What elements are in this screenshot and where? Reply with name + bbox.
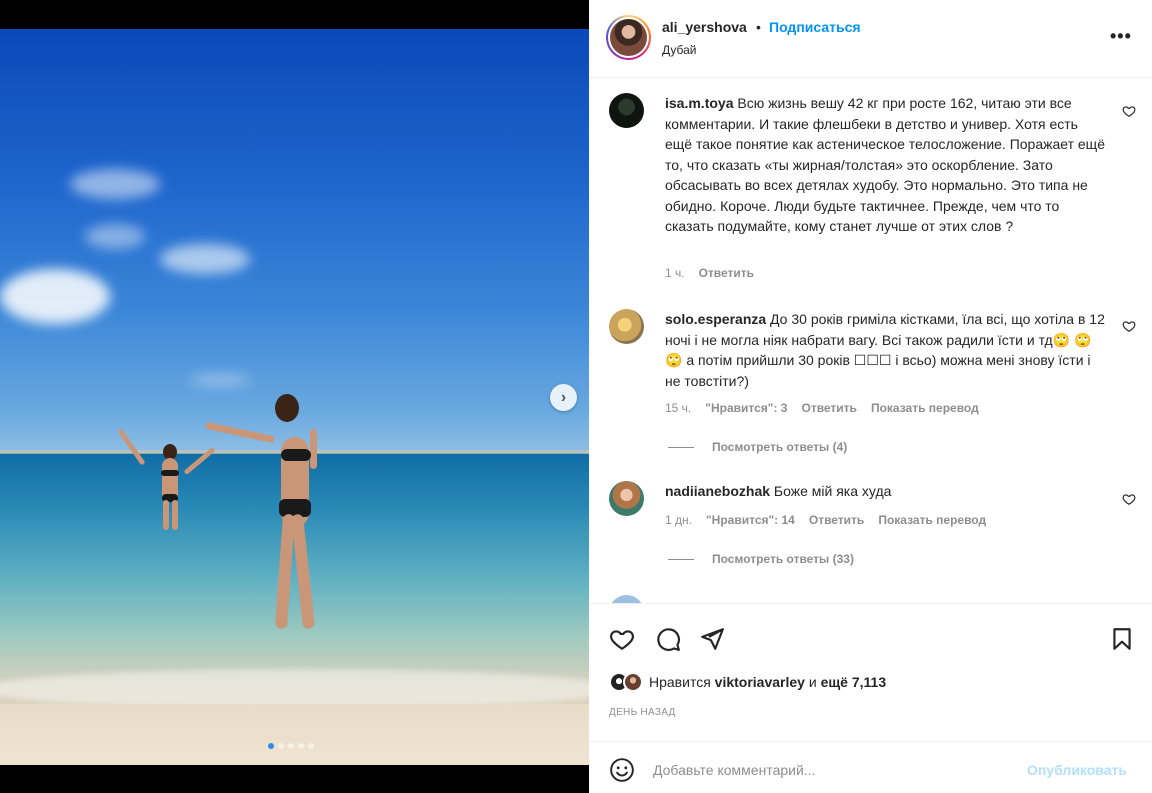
more-options-icon[interactable]: ••• (1110, 26, 1132, 47)
view-replies-button[interactable]: Посмотреть ответы (33) (668, 552, 854, 566)
comment-meta: 1 дн. "Нравится": 14 Ответить Показать п… (665, 513, 986, 527)
like-comment-icon[interactable] (1122, 492, 1136, 506)
person-right (195, 389, 345, 639)
likes-summary: Нравится viktoriavarley и ещё 7,113 (609, 672, 886, 692)
post-panel: ali_yershova • Подписаться Дубай ••• isa… (589, 0, 1152, 793)
comment-username[interactable]: isa.m.toya (665, 95, 733, 111)
follow-button[interactable]: Подписаться (769, 19, 861, 35)
commenter-avatar[interactable] (609, 595, 644, 603)
share-icon[interactable] (699, 626, 725, 652)
comments-list[interactable]: isa.m.toya Всю жизнь вешу 42 кг при рост… (589, 79, 1152, 603)
likes-middle: и (808, 674, 817, 690)
comment-username[interactable]: solo.esperanza (665, 311, 766, 327)
carousel-dot (308, 743, 314, 749)
comment-meta: 15 ч. "Нравится": 3 Ответить Показать пе… (665, 401, 979, 415)
post-media: › (0, 0, 589, 793)
heart-icon[interactable] (609, 626, 635, 652)
comment-body: solo.esperanza До 30 років гриміла кістк… (665, 309, 1105, 391)
cloud (190, 374, 250, 386)
comment-input[interactable] (653, 757, 983, 783)
commenter-avatar[interactable] (609, 93, 644, 128)
commenter-avatar[interactable] (609, 481, 644, 516)
publish-button[interactable]: Опубликовать (1027, 762, 1127, 778)
add-comment-bar: Опубликовать (589, 741, 1152, 793)
reply-button[interactable]: Ответить (801, 401, 856, 415)
comment-time: 1 дн. (665, 513, 692, 527)
cloud (85, 224, 145, 249)
comment-meta: 1 ч. Ответить (665, 266, 754, 280)
author-avatar[interactable] (606, 15, 651, 60)
carousel-dot (278, 743, 284, 749)
comment-body: isa.m.toya Всю жизнь вешу 42 кг при рост… (665, 93, 1105, 237)
carousel-dot (288, 743, 294, 749)
comment-icon[interactable] (655, 626, 681, 652)
post-photo[interactable]: › (0, 29, 589, 765)
comment-time: 1 ч. (665, 266, 685, 280)
likes-text[interactable]: Нравится viktoriavarley и ещё 7,113 (649, 674, 886, 690)
likes-user[interactable]: viktoriavarley (715, 674, 805, 690)
carousel-dots (268, 743, 314, 749)
post-time[interactable]: ДЕНЬ НАЗАД (609, 707, 676, 718)
view-replies-label: Посмотреть ответы (4) (712, 440, 848, 454)
reply-button[interactable]: Ответить (809, 513, 864, 527)
post-header: ali_yershova • Подписаться Дубай ••• (589, 0, 1152, 78)
likes-prefix: Нравится (649, 674, 711, 690)
like-comment-icon[interactable] (1122, 319, 1136, 333)
cloud (160, 244, 250, 274)
comment-text: Всю жизнь вешу 42 кг при росте 162, чита… (665, 95, 1105, 234)
comment-likes[interactable]: "Нравится": 3 (705, 401, 787, 415)
chevron-right-icon: › (560, 388, 567, 406)
comment-time: 15 ч. (665, 401, 692, 415)
translate-button[interactable]: Показать перевод (878, 513, 986, 527)
liker-avatar[interactable] (623, 672, 643, 692)
reply-button[interactable]: Ответить (699, 266, 754, 280)
like-comment-icon[interactable] (1122, 104, 1136, 118)
comment-body: nadiianebozhak Боже мій яка худа (665, 481, 1105, 502)
cloud (70, 169, 160, 199)
carousel-dot-active (268, 743, 274, 749)
sand (0, 704, 589, 765)
carousel-dot (298, 743, 304, 749)
separator-dot: • (756, 19, 761, 35)
bookmark-icon[interactable] (1109, 626, 1135, 652)
translate-button[interactable]: Показать перевод (871, 401, 979, 415)
next-image-button[interactable]: › (550, 384, 577, 411)
post-location[interactable]: Дубай (662, 43, 697, 57)
likes-count[interactable]: ещё 7,113 (821, 674, 887, 690)
view-replies-label: Посмотреть ответы (33) (712, 552, 854, 566)
comment-likes[interactable]: "Нравится": 14 (706, 513, 795, 527)
author-username[interactable]: ali_yershova (662, 19, 747, 35)
comment-username[interactable]: nadiianebozhak (665, 483, 770, 499)
wave-foam (0, 669, 589, 709)
comment-text: Боже мій яка худа (773, 483, 892, 499)
cloud (0, 269, 110, 324)
post-actions: Нравится viktoriavarley и ещё 7,113 ДЕНЬ… (589, 603, 1152, 733)
commenter-avatar[interactable] (609, 309, 644, 344)
view-replies-button[interactable]: Посмотреть ответы (4) (668, 440, 847, 454)
emoji-icon[interactable] (609, 757, 635, 783)
